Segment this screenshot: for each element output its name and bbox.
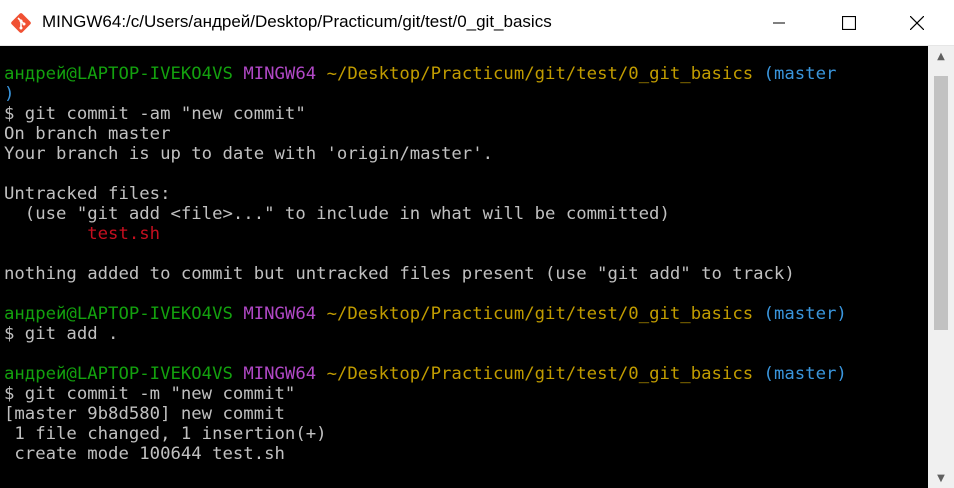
window-title: MINGW64:/c/Users/андрей/Desktop/Practicu… bbox=[42, 12, 552, 31]
close-icon bbox=[910, 16, 924, 30]
scroll-down-icon[interactable]: ▼ bbox=[928, 468, 954, 488]
output-line: [master 9b8d580] new commit bbox=[4, 404, 285, 424]
prompt-path: ~/Desktop/Practicum/git/test/0_git_basic… bbox=[326, 304, 754, 324]
prompt-shell: MINGW64 bbox=[243, 64, 317, 84]
output-line: (use "git add <file>..." to include in w… bbox=[4, 204, 670, 224]
output-line: 1 file changed, 1 insertion(+) bbox=[4, 424, 327, 444]
prompt-path: ~/Desktop/Practicum/git/test/0_git_basic… bbox=[326, 364, 754, 384]
prompt-path: ~/Desktop/Practicum/git/test/0_git_basic… bbox=[326, 64, 754, 84]
output-line: On branch master bbox=[4, 124, 171, 144]
terminal-output[interactable]: андрей@LAPTOP-IVEKO4VS MINGW64 ~/Desktop… bbox=[0, 46, 928, 488]
scrollbar-thumb[interactable] bbox=[934, 76, 948, 330]
prompt-user: андрей@LAPTOP-IVEKO4VS bbox=[4, 64, 233, 84]
output-line: create mode 100644 test.sh bbox=[4, 444, 285, 464]
prompt-user: андрей@LAPTOP-IVEKO4VS bbox=[4, 304, 233, 324]
untracked-file: test.sh bbox=[4, 224, 161, 244]
prompt-line: андрей@LAPTOP-IVEKO4VS MINGW64 ~/Desktop… bbox=[4, 64, 836, 84]
scroll-up-icon[interactable]: ▲ bbox=[928, 46, 954, 66]
prompt-branch: (master bbox=[763, 64, 837, 84]
command-line: $ git commit -m "new commit" bbox=[4, 384, 296, 404]
maximize-icon bbox=[842, 16, 856, 30]
command-line: $ git add . bbox=[4, 324, 119, 344]
terminal-window: MINGW64:/c/Users/андрей/Desktop/Practicu… bbox=[0, 0, 954, 488]
output-line: Untracked files: bbox=[4, 184, 171, 204]
maximize-button[interactable] bbox=[826, 0, 872, 46]
prompt-user: андрей@LAPTOP-IVEKO4VS bbox=[4, 364, 233, 384]
prompt-shell: MINGW64 bbox=[243, 364, 317, 384]
close-button[interactable] bbox=[894, 0, 940, 46]
prompt-branch-wrap: ) bbox=[4, 84, 15, 104]
prompt-branch: (master) bbox=[763, 304, 847, 324]
command-line: $ git commit -am "new commit" bbox=[4, 104, 306, 124]
minimize-button[interactable] bbox=[756, 0, 802, 46]
vertical-scrollbar[interactable]: ▲ ▼ bbox=[928, 46, 954, 488]
prompt-branch: (master) bbox=[763, 364, 847, 384]
prompt-shell: MINGW64 bbox=[243, 304, 317, 324]
title-bar[interactable]: MINGW64:/c/Users/андрей/Desktop/Practicu… bbox=[0, 0, 954, 46]
prompt-line: андрей@LAPTOP-IVEKO4VS MINGW64 ~/Desktop… bbox=[4, 304, 847, 324]
output-line: nothing added to commit but untracked fi… bbox=[4, 264, 795, 284]
output-line: Your branch is up to date with 'origin/m… bbox=[4, 144, 493, 164]
minimize-icon bbox=[773, 22, 785, 24]
prompt-line: андрей@LAPTOP-IVEKO4VS MINGW64 ~/Desktop… bbox=[4, 364, 847, 384]
git-logo-icon bbox=[10, 12, 32, 34]
